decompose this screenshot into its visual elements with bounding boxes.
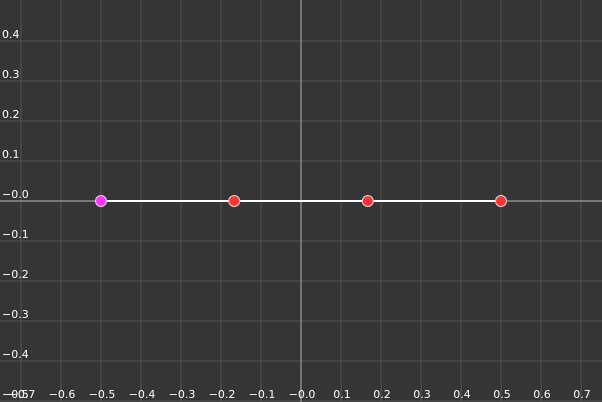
x-tick-label: 0.6 <box>533 388 551 401</box>
data-point[interactable] <box>495 195 507 207</box>
y-tick-label: 0.3 <box>2 68 20 81</box>
y-tick-label: −0.0 <box>2 188 29 201</box>
x-tick-label: −0.2 <box>209 388 236 401</box>
y-tick-label: −0.5 <box>2 388 29 401</box>
y-tick-label: −0.4 <box>2 348 29 361</box>
y-tick-label: −0.2 <box>2 268 29 281</box>
x-tick-label: −0.0 <box>289 388 316 401</box>
data-point[interactable] <box>361 195 374 207</box>
x-tick-label: −0.5 <box>89 388 116 401</box>
x-tick-label: −0.4 <box>129 388 156 401</box>
data-point[interactable] <box>228 195 241 207</box>
x-tick-labels: −0.7 −0.6 −0.5 −0.4 −0.3 −0.2 −0.1 −0.0 0.1 0.2 0.… <box>9 388 591 401</box>
y-tick-label: 0.4 <box>2 28 20 41</box>
x-tick-label: 0.3 <box>413 388 431 401</box>
x-tick-label: −0.6 <box>49 388 76 401</box>
y-tick-label: 0.2 <box>2 108 20 121</box>
plot-canvas[interactable]: −0.7 −0.6 −0.5 −0.4 −0.3 −0.2 −0.1 −0.0 0.1 0.2 0.… <box>0 0 602 402</box>
x-tick-label: −0.1 <box>249 388 276 401</box>
x-tick-label: 0.5 <box>493 388 511 401</box>
x-tick-label: −0.3 <box>169 388 196 401</box>
x-tick-label: 0.2 <box>373 388 391 401</box>
y-tick-label: 0.1 <box>2 148 20 161</box>
x-tick-label: 0.4 <box>453 388 471 401</box>
y-tick-label: −0.1 <box>2 228 29 241</box>
x-tick-label: 0.1 <box>333 388 351 401</box>
plot-svg[interactable]: −0.7 −0.6 −0.5 −0.4 −0.3 −0.2 −0.1 −0.0 0.1 0.2 0.… <box>0 0 602 402</box>
x-tick-label: 0.7 <box>573 388 591 401</box>
y-tick-label: −0.3 <box>2 308 29 321</box>
data-point[interactable] <box>95 195 107 207</box>
